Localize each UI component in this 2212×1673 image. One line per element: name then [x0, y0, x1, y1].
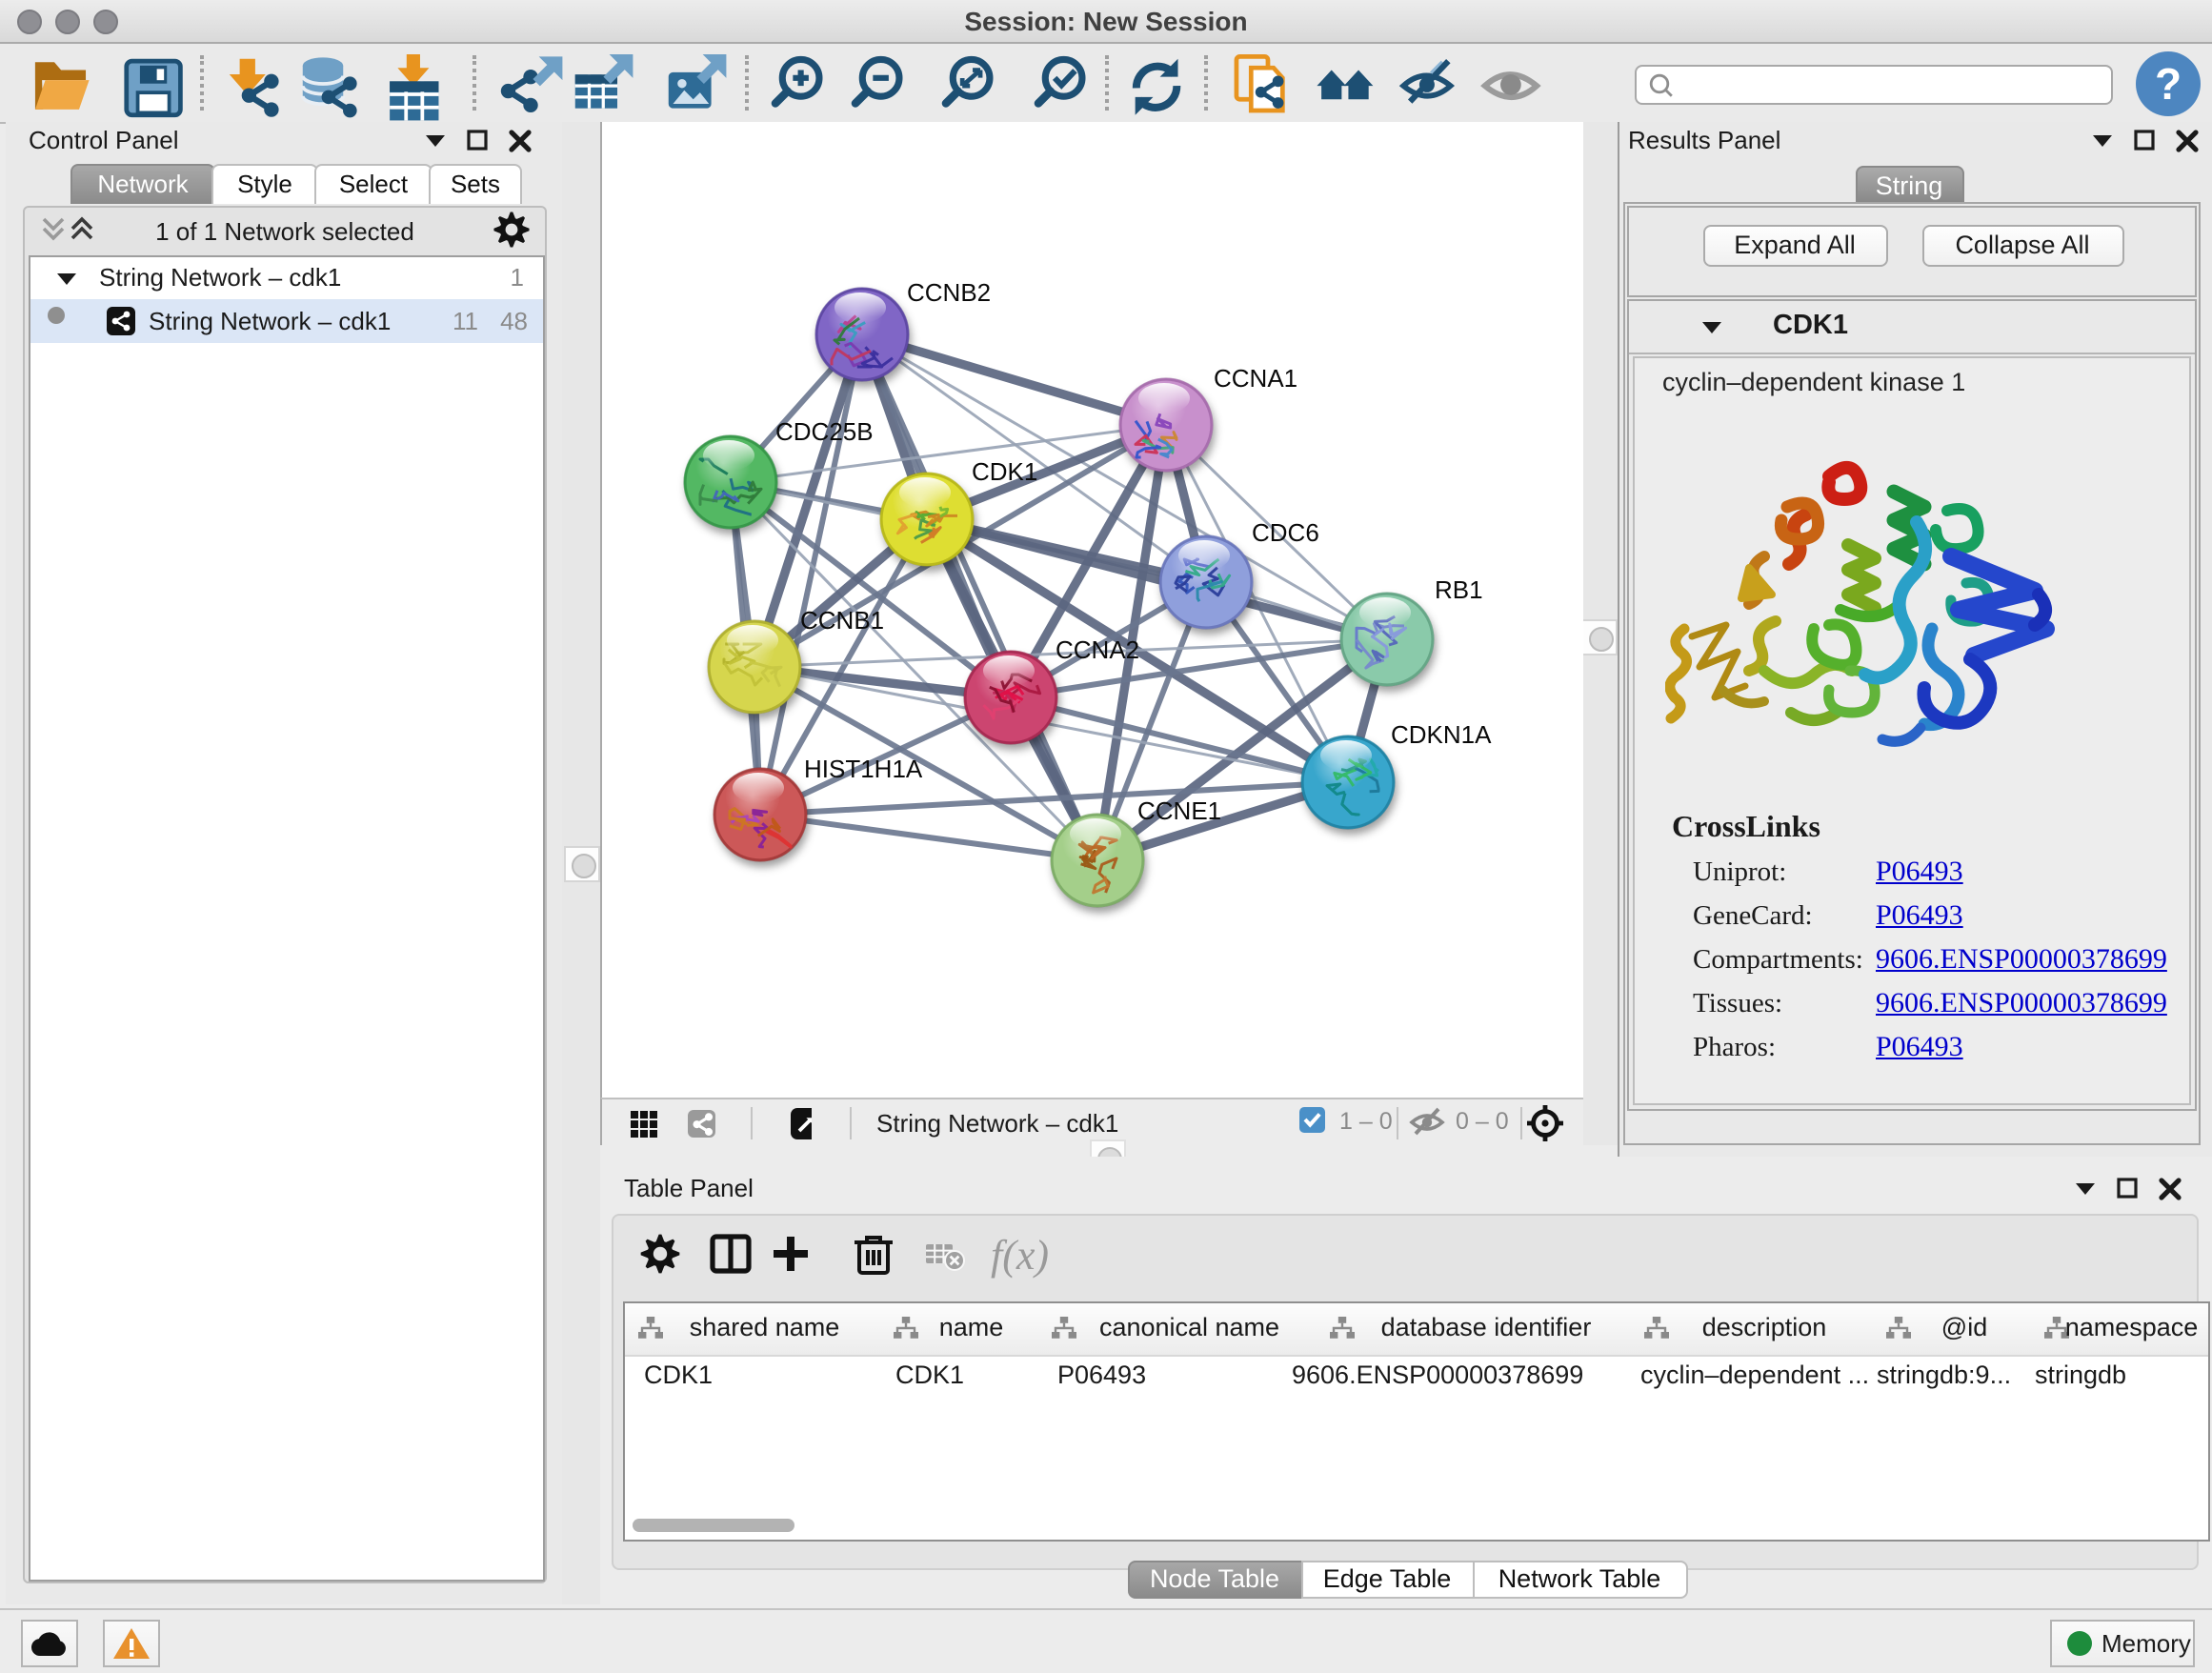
svg-text:CCNA1: CCNA1 [1214, 363, 1297, 392]
svg-text:CDK1: CDK1 [972, 456, 1037, 485]
svg-text:CCNE1: CCNE1 [1137, 796, 1221, 824]
svg-text:1 – 0: 1 – 0 [1339, 1107, 1393, 1134]
svg-text:f(x): f(x) [991, 1231, 1049, 1278]
svg-text:HIST1H1A: HIST1H1A [804, 754, 923, 782]
svg-text:CCNB1: CCNB1 [800, 605, 884, 634]
svg-text:CCNB2: CCNB2 [907, 277, 991, 306]
svg-text:CDKN1A: CDKN1A [1391, 719, 1492, 748]
svg-text:0 – 0: 0 – 0 [1456, 1107, 1509, 1134]
svg-text:CCNA2: CCNA2 [1056, 635, 1139, 663]
svg-text:CDC6: CDC6 [1252, 517, 1319, 546]
svg-text:CDC25B: CDC25B [775, 416, 874, 445]
svg-text:RB1: RB1 [1435, 574, 1483, 603]
